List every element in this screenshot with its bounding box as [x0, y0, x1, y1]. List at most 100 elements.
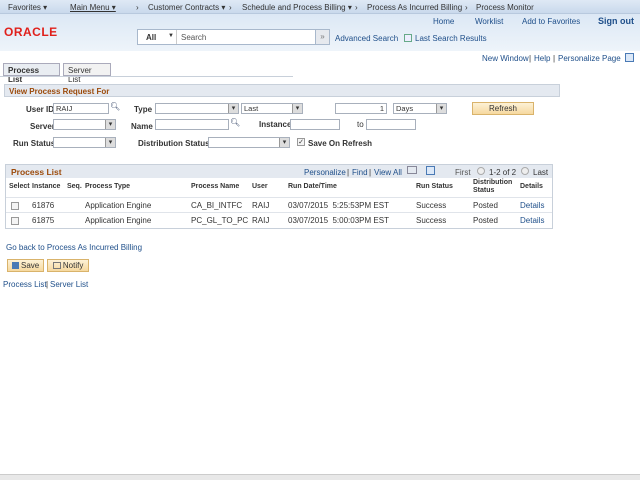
save-on-refresh-checkbox[interactable]: ✓	[297, 138, 305, 146]
chevron-icon: ›	[136, 3, 139, 12]
notify-button[interactable]: Notify	[47, 259, 89, 272]
instance-from-input[interactable]	[290, 119, 340, 130]
main-menu[interactable]: Main Menu ▾	[70, 3, 116, 12]
cell-dist: Posted	[473, 216, 498, 225]
home-link[interactable]: Home	[433, 17, 454, 26]
refresh-button[interactable]: Refresh	[472, 102, 534, 115]
col-dist-status: Distribution Status	[473, 179, 513, 194]
col-seq: Seq.	[67, 183, 82, 190]
footer-server-list-link[interactable]: Server List	[50, 280, 88, 289]
count-input[interactable]: 1	[335, 103, 387, 114]
lookup-icon[interactable]: 🔍︎	[230, 118, 240, 127]
bottom-bar	[0, 474, 640, 480]
col-instance: Instance	[32, 183, 61, 190]
search-go-button[interactable]: »	[315, 29, 330, 45]
grid-title: Process List	[11, 167, 62, 177]
cell-user: RAIJ	[252, 201, 270, 210]
notify-icon	[52, 262, 61, 269]
sign-out-link[interactable]: Sign out	[598, 16, 634, 26]
save-icon	[11, 262, 19, 269]
personalize-page-link[interactable]: Personalize Page	[558, 54, 621, 63]
type-label: Type	[134, 105, 153, 114]
user-id-label: User ID	[26, 105, 55, 114]
chevron-icon: ›	[465, 3, 468, 12]
cell-instance: 61875	[32, 216, 55, 225]
col-run-status: Run Status	[416, 183, 453, 190]
worklist-link[interactable]: Worklist	[475, 17, 503, 26]
crumb-as-incurred-billing[interactable]: Process As Incurred Billing	[367, 3, 462, 12]
chevron-down-icon[interactable]: ▼	[168, 33, 174, 39]
add-favorites-link[interactable]: Add to Favorites	[522, 17, 580, 26]
tab-server-list[interactable]: Server List	[63, 63, 111, 84]
footer-process-list-link[interactable]: Process List	[3, 280, 47, 289]
user-id-input[interactable]: RAIJ	[53, 103, 109, 114]
crumb-customer-contracts[interactable]: Customer Contracts ▾	[148, 3, 225, 12]
cell-name: PC_GL_TO_PC	[191, 216, 249, 225]
col-select: Select	[9, 183, 30, 190]
help-link[interactable]: Help	[534, 54, 550, 63]
crumb-process-monitor: Process Monitor	[476, 3, 534, 12]
last-search-results-link[interactable]: Last Search Results	[415, 34, 487, 43]
instance-to-input[interactable]	[366, 119, 416, 130]
process-list-grid: Process List Personalize | Find | View A…	[5, 164, 553, 229]
grid-icon[interactable]	[625, 53, 634, 62]
to-label: to	[357, 120, 364, 129]
grid-header: Process List Personalize | Find | View A…	[6, 165, 552, 178]
search-input[interactable]: Search	[181, 33, 206, 42]
separator: |	[46, 280, 49, 289]
view-all-link[interactable]: View All	[374, 168, 402, 177]
section-title: View Process Request For	[4, 84, 560, 97]
server-select[interactable]	[53, 119, 116, 130]
dist-status-select[interactable]	[208, 137, 290, 148]
details-link[interactable]: Details	[520, 216, 544, 225]
advanced-search-link[interactable]: Advanced Search	[335, 34, 398, 43]
last-select[interactable]: Last	[241, 103, 303, 114]
name-label: Name	[131, 122, 153, 131]
find-link[interactable]: Find	[352, 168, 368, 177]
first-link[interactable]: First	[455, 168, 471, 177]
col-user: User	[252, 183, 268, 190]
name-input[interactable]	[155, 119, 229, 130]
table-row: 61875 Application Engine PC_GL_TO_PC RAI…	[6, 212, 552, 227]
cell-type: Application Engine	[85, 216, 152, 225]
search-bar: All ▼ Search	[137, 29, 330, 45]
row-select-checkbox[interactable]	[11, 202, 19, 210]
table-row: 61876 Application Engine CA_BI_INTFC RAI…	[6, 197, 552, 212]
instance-label: Instance	[259, 120, 292, 129]
type-select[interactable]	[155, 103, 239, 114]
range-text: 1-2 of 2	[489, 168, 517, 177]
details-link[interactable]: Details	[520, 201, 544, 210]
download-icon[interactable]	[426, 166, 435, 175]
tab-process-list[interactable]: Process List	[3, 63, 60, 84]
run-status-select[interactable]	[53, 137, 116, 148]
col-process-name: Process Name	[191, 183, 240, 190]
lookup-icon[interactable]: 🔍︎	[110, 102, 120, 111]
favorites-menu[interactable]: Favorites ▾	[8, 3, 47, 12]
oracle-logo: ORACLE	[4, 25, 58, 39]
save-label: Save	[21, 261, 40, 270]
unit-select[interactable]: Days	[393, 103, 447, 114]
row-select-checkbox[interactable]	[11, 217, 19, 225]
personalize-link[interactable]: Personalize	[304, 168, 346, 177]
chevron-icon: ›	[355, 3, 358, 12]
last-link[interactable]: Last	[533, 168, 548, 177]
save-button[interactable]: Save	[7, 259, 44, 272]
breadcrumb-nav: Favorites ▾ Main Menu ▾ › Customer Contr…	[0, 0, 640, 14]
go-back-link[interactable]: Go back to Process As Incurred Billing	[6, 243, 142, 252]
cell-user: RAIJ	[252, 216, 270, 225]
next-icon[interactable]	[521, 167, 529, 175]
new-window-link[interactable]: New Window	[482, 54, 529, 63]
zoom-grid-icon[interactable]	[407, 166, 417, 174]
col-process-type: Process Type	[85, 183, 131, 190]
search-results-icon	[404, 34, 412, 42]
tab-divider	[0, 76, 293, 77]
save-on-refresh-label: Save On Refresh	[308, 139, 373, 148]
crumb-schedule-billing[interactable]: Schedule and Process Billing ▾	[242, 3, 352, 12]
cell-instance: 61876	[32, 201, 55, 210]
search-scope[interactable]: All	[146, 33, 156, 42]
run-status-label: Run Status	[13, 139, 56, 148]
col-run-datetime: Run Date/Time	[288, 183, 337, 190]
cell-datetime: 03/07/2015 5:00:03PM EST	[288, 216, 389, 225]
cell-name: CA_BI_INTFC	[191, 201, 243, 210]
prev-icon[interactable]	[477, 167, 485, 175]
